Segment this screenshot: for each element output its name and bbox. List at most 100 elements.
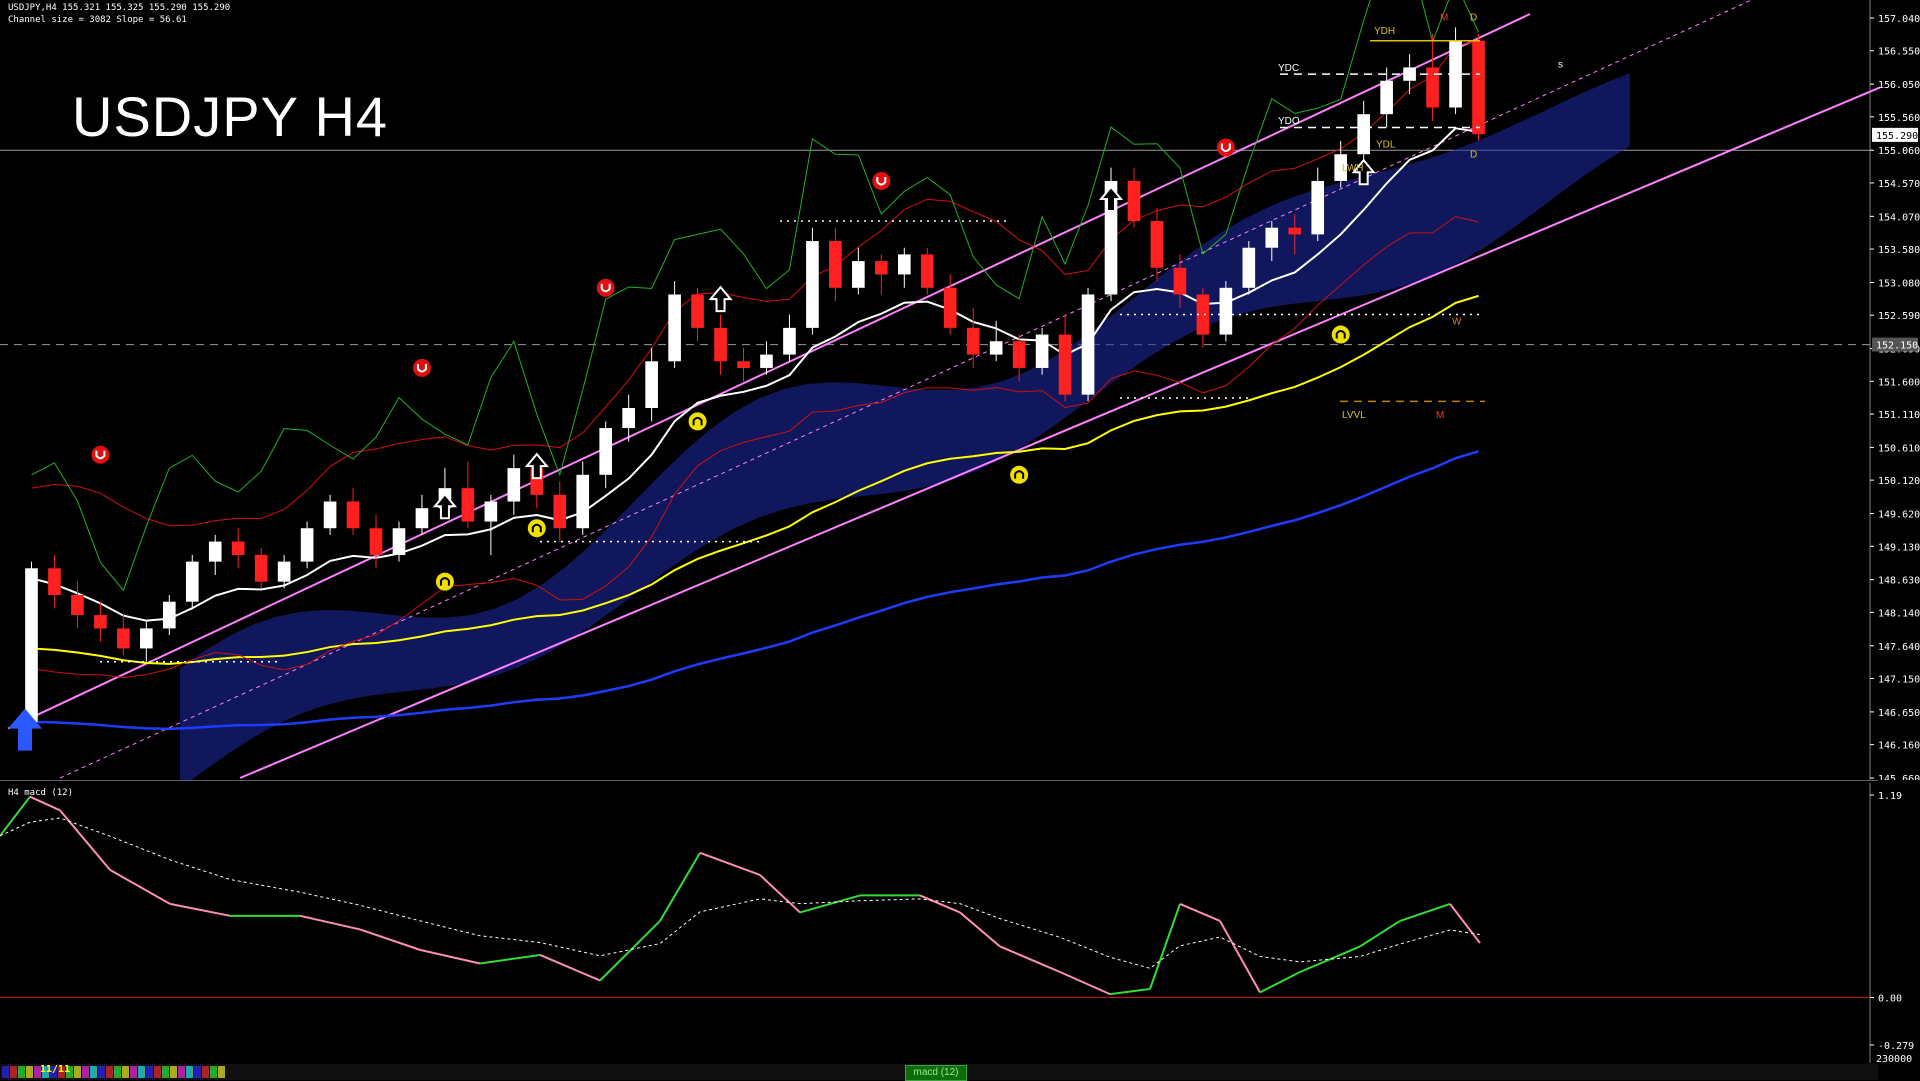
ydh-label: YDH bbox=[1374, 26, 1395, 37]
price-tick-label: 150.610 bbox=[1878, 443, 1920, 454]
price-tick-label: 155.560 bbox=[1878, 113, 1920, 124]
sell-signal-marker bbox=[1216, 138, 1235, 157]
candle-body bbox=[553, 494, 567, 529]
candle-body bbox=[1150, 221, 1164, 268]
macd-segment bbox=[479, 953, 541, 965]
channel-lower bbox=[239, 86, 1881, 779]
candle-body bbox=[622, 408, 635, 429]
candle-body bbox=[645, 361, 658, 409]
up-arrow-icon bbox=[432, 492, 458, 520]
price-tick-label: 150.120 bbox=[1878, 476, 1920, 487]
price-tick-label: 147.150 bbox=[1878, 674, 1920, 685]
strip-cell bbox=[114, 1066, 121, 1078]
candle-body bbox=[1127, 180, 1141, 222]
macd-segment bbox=[959, 911, 1001, 948]
strip-cell bbox=[202, 1066, 209, 1078]
price-tick-label: 152.590 bbox=[1878, 311, 1920, 322]
channel-mid bbox=[59, 0, 1751, 779]
strip-cell bbox=[74, 1066, 81, 1078]
macd-segment bbox=[1179, 902, 1221, 922]
candle-body bbox=[369, 528, 383, 555]
candle-body bbox=[140, 628, 153, 649]
macd-segment bbox=[109, 869, 171, 905]
ydo-label: YDO bbox=[1278, 116, 1300, 127]
price-tick-label: 153.580 bbox=[1878, 245, 1920, 256]
price-tick-label: 146.650 bbox=[1878, 708, 1920, 719]
macd-tab[interactable]: macd (12) bbox=[905, 1065, 967, 1081]
candle-body bbox=[806, 241, 819, 328]
m-label: M bbox=[1436, 410, 1444, 421]
strip-cell bbox=[26, 1066, 33, 1078]
candle-body bbox=[852, 261, 865, 288]
strip-cell bbox=[178, 1066, 185, 1078]
candle-body bbox=[691, 294, 704, 328]
buy-signal-marker bbox=[688, 412, 707, 431]
candle-body bbox=[231, 541, 245, 555]
candle-body bbox=[507, 468, 521, 502]
buy-signal-marker bbox=[435, 572, 454, 591]
price-chart[interactable]: YDH YDC YDO YDL LWH LVVL M W Ds M D 157.040 156.550… bbox=[0, 0, 1920, 780]
strip-cell bbox=[130, 1066, 137, 1078]
price-tick-label: 156.550 bbox=[1878, 47, 1920, 58]
candle-body bbox=[25, 568, 38, 722]
macd-segment bbox=[919, 894, 961, 914]
candle-body bbox=[737, 361, 750, 368]
candle-body bbox=[71, 595, 84, 616]
macd-tick-label: 0.00 bbox=[1878, 994, 1902, 1005]
candle-body bbox=[1035, 334, 1049, 368]
price-tick-label: 145.660 bbox=[1878, 774, 1920, 780]
price-tick-label: 151.110 bbox=[1878, 410, 1920, 421]
candle-body bbox=[1058, 334, 1072, 395]
candle-body bbox=[875, 261, 888, 275]
candle-body bbox=[300, 528, 314, 562]
strip-cell bbox=[18, 1066, 25, 1078]
candle-body bbox=[1265, 227, 1279, 248]
ydc-label: YDC bbox=[1278, 63, 1299, 74]
candle-body bbox=[1357, 114, 1370, 155]
date-label: 11/11 bbox=[40, 1064, 71, 1075]
strip-cell bbox=[186, 1066, 193, 1078]
price-tick-label: 147.640 bbox=[1878, 642, 1920, 653]
macd-tick-label: 1.19 bbox=[1878, 791, 1902, 802]
macd-segment bbox=[299, 914, 361, 931]
candle-body bbox=[1081, 294, 1095, 395]
candle-body bbox=[208, 541, 222, 562]
candle-body bbox=[1380, 80, 1393, 115]
candle-body bbox=[415, 508, 429, 529]
sell-signal-marker bbox=[412, 358, 431, 377]
strip-cell bbox=[162, 1066, 169, 1078]
macd-panel[interactable]: 1.19 0.00 -0.279 230000 bbox=[0, 783, 1920, 1063]
macd-segment bbox=[699, 851, 761, 876]
channel-upper bbox=[7, 13, 1531, 730]
lwh-label: LWH bbox=[1342, 163, 1363, 174]
candle-body bbox=[897, 254, 911, 275]
price-tick-label: 148.630 bbox=[1878, 576, 1920, 587]
candle-body bbox=[277, 561, 291, 582]
candle-body bbox=[1242, 247, 1256, 288]
candle-body bbox=[323, 501, 337, 529]
current-price-label: 155.290 bbox=[1876, 131, 1918, 142]
macd-segment bbox=[1399, 902, 1451, 922]
ma-white bbox=[31, 127, 1479, 622]
cloud-fill bbox=[180, 73, 1630, 780]
sell-signal-marker bbox=[91, 445, 110, 464]
macd-segment bbox=[1299, 945, 1361, 973]
strip-cell bbox=[90, 1066, 97, 1078]
macd-segment bbox=[1219, 920, 1261, 993]
price-tick-label: 154.570 bbox=[1878, 179, 1920, 190]
macd-segment bbox=[29, 795, 61, 812]
s-label: s bbox=[1558, 59, 1563, 70]
macd-segment bbox=[1059, 971, 1111, 996]
candle-body bbox=[392, 528, 406, 555]
macd-segment bbox=[0, 796, 31, 837]
buy-signal-marker bbox=[527, 519, 546, 538]
sell-signal-marker bbox=[872, 171, 891, 190]
sell-signal-marker bbox=[596, 278, 615, 297]
candle-body bbox=[1311, 180, 1325, 235]
m-top-label: M bbox=[1440, 13, 1448, 24]
price-tick-label: 146.160 bbox=[1878, 741, 1920, 752]
candle-body bbox=[185, 561, 199, 602]
strip-cell bbox=[122, 1066, 129, 1078]
w-label: W bbox=[1452, 317, 1462, 328]
candle-body bbox=[989, 341, 1003, 355]
